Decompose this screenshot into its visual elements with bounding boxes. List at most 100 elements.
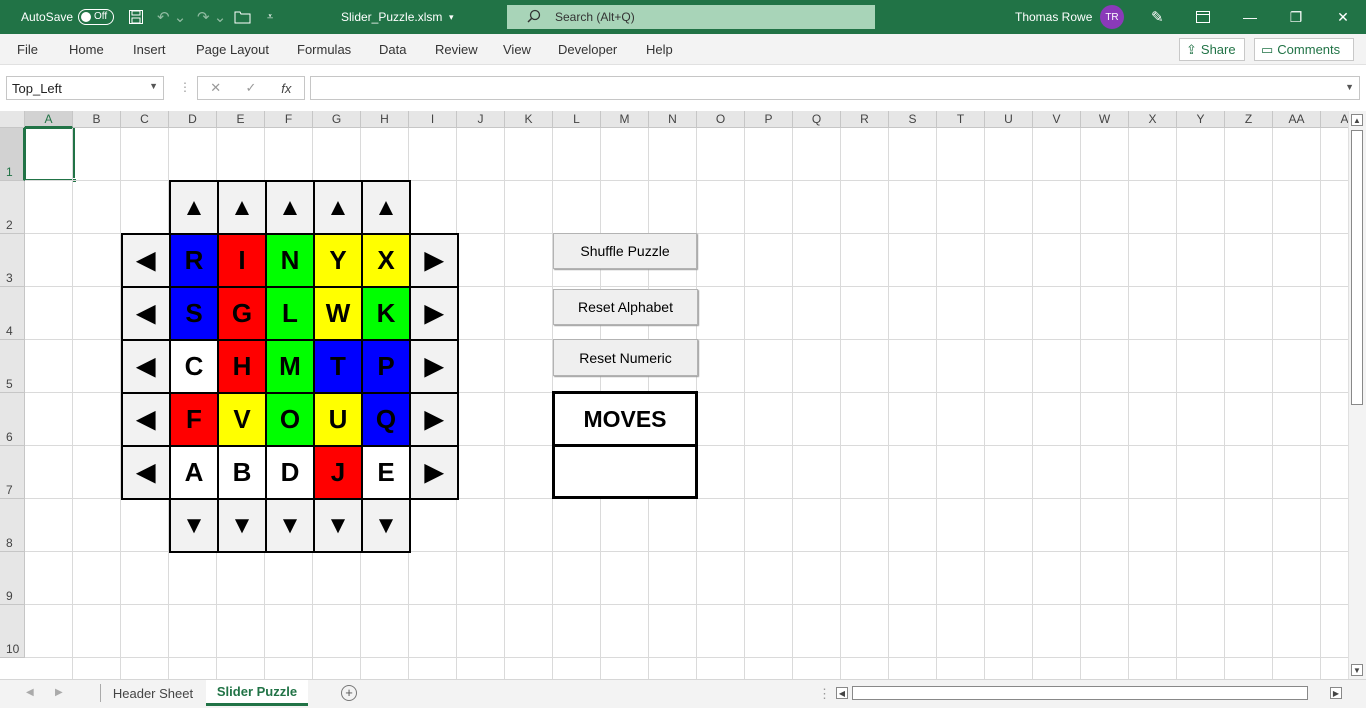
column-header-y[interactable]: Y: [1177, 111, 1225, 128]
column-header-s[interactable]: S: [889, 111, 937, 128]
worksheet-grid[interactable]: A B C D E F G H I J K L M N O P Q R S T U V W X Y Z AA A 1 2 3 4 5 6 7 8 9 10…: [0, 111, 1366, 679]
tab-page-layout[interactable]: Page Layout: [196, 42, 269, 57]
cancel-icon[interactable]: ✕: [198, 80, 233, 96]
insert-function-icon[interactable]: fx: [269, 81, 304, 96]
shift-down-button[interactable]: ▼: [265, 498, 315, 553]
tab-review[interactable]: Review: [435, 42, 478, 57]
next-sheet-icon[interactable]: ▶: [55, 687, 63, 698]
column-header-w[interactable]: W: [1081, 111, 1129, 128]
close-icon[interactable]: ✕: [1320, 0, 1366, 34]
column-header-i[interactable]: I: [409, 111, 457, 128]
shift-down-button[interactable]: ▼: [361, 498, 411, 553]
tab-view[interactable]: View: [503, 42, 531, 57]
shift-left-button[interactable]: ◀: [121, 445, 171, 500]
shift-left-button[interactable]: ◀: [121, 339, 171, 394]
row-header-3[interactable]: 3: [0, 234, 25, 287]
tab-formulas[interactable]: Formulas: [297, 42, 351, 57]
add-sheet-icon[interactable]: +: [341, 685, 357, 701]
column-header-c[interactable]: C: [121, 111, 169, 128]
tab-insert[interactable]: Insert: [133, 42, 166, 57]
user-name[interactable]: Thomas Rowe: [1015, 0, 1092, 34]
row-header-4[interactable]: 4: [0, 287, 25, 340]
scroll-left-icon[interactable]: ◀: [836, 687, 848, 699]
shift-right-button[interactable]: ▶: [409, 392, 459, 447]
sheet-tab-slider-puzzle[interactable]: Slider Puzzle: [206, 680, 308, 706]
shift-right-button[interactable]: ▶: [409, 286, 459, 341]
shift-left-button[interactable]: ◀: [121, 233, 171, 288]
column-header-z[interactable]: Z: [1225, 111, 1273, 128]
reset-numeric-button[interactable]: Reset Numeric: [553, 339, 698, 376]
column-header-f[interactable]: F: [265, 111, 313, 128]
save-icon[interactable]: [128, 0, 144, 34]
chevron-down-icon[interactable]: ▼: [149, 81, 158, 91]
row-header-8[interactable]: 8: [0, 499, 25, 552]
splitter-icon[interactable]: ⋮: [818, 686, 831, 702]
column-header-n[interactable]: N: [649, 111, 697, 128]
shift-down-button[interactable]: ▼: [313, 498, 363, 553]
sheet-tab-header[interactable]: Header Sheet: [104, 680, 202, 706]
row-header-5[interactable]: 5: [0, 340, 25, 393]
undo-icon[interactable]: ↶ ⌄: [157, 0, 186, 34]
selected-cell[interactable]: [24, 127, 77, 183]
vertical-scroll-thumb[interactable]: [1351, 130, 1363, 405]
customize-qat-icon[interactable]: ⩡: [267, 0, 273, 34]
row-header-7[interactable]: 7: [0, 446, 25, 499]
restore-icon[interactable]: ❐: [1273, 0, 1319, 34]
minimize-icon[interactable]: —: [1227, 0, 1273, 34]
row-header-1[interactable]: 1: [0, 128, 25, 181]
tab-help[interactable]: Help: [646, 42, 673, 57]
tab-file[interactable]: File: [17, 42, 38, 57]
column-header-a[interactable]: A: [25, 111, 73, 128]
column-header-g[interactable]: G: [313, 111, 361, 128]
search-box[interactable]: Search (Alt+Q): [507, 5, 875, 29]
shift-right-button[interactable]: ▶: [409, 339, 459, 394]
shift-left-button[interactable]: ◀: [121, 286, 171, 341]
column-header-u[interactable]: U: [985, 111, 1033, 128]
formula-input[interactable]: ▼: [310, 76, 1360, 100]
column-header-m[interactable]: M: [601, 111, 649, 128]
row-header-10[interactable]: 10: [0, 605, 25, 658]
share-button[interactable]: ⇪ Share: [1179, 38, 1245, 61]
avatar[interactable]: TR: [1100, 5, 1124, 29]
redo-icon[interactable]: ↷ ⌄: [197, 0, 226, 34]
column-header-l[interactable]: L: [553, 111, 601, 128]
expand-formula-icon[interactable]: ▼: [1345, 82, 1354, 92]
name-box[interactable]: Top_Left ▼: [6, 76, 164, 100]
shift-up-button[interactable]: ▲: [217, 180, 267, 235]
shift-up-button[interactable]: ▲: [361, 180, 411, 235]
column-header-v[interactable]: V: [1033, 111, 1081, 128]
column-header-h[interactable]: H: [361, 111, 409, 128]
row-header-2[interactable]: 2: [0, 181, 25, 234]
pen-icon[interactable]: ✎: [1151, 0, 1164, 34]
column-header-k[interactable]: K: [505, 111, 553, 128]
tab-data[interactable]: Data: [379, 42, 406, 57]
ribbon-display-icon[interactable]: [1196, 0, 1210, 34]
shift-up-button[interactable]: ▲: [313, 180, 363, 235]
column-header-e[interactable]: E: [217, 111, 265, 128]
shift-left-button[interactable]: ◀: [121, 392, 171, 447]
scroll-down-icon[interactable]: ▼: [1351, 664, 1363, 676]
column-header-o[interactable]: O: [697, 111, 745, 128]
open-folder-icon[interactable]: [234, 0, 252, 34]
column-header-p[interactable]: P: [745, 111, 793, 128]
column-header-aa[interactable]: AA: [1273, 111, 1321, 128]
scroll-up-icon[interactable]: ▲: [1351, 114, 1363, 126]
row-header-6[interactable]: 6: [0, 393, 25, 446]
column-header-t[interactable]: T: [937, 111, 985, 128]
column-header-r[interactable]: R: [841, 111, 889, 128]
comments-button[interactable]: ▭ Comments: [1254, 38, 1354, 61]
reset-alphabet-button[interactable]: Reset Alphabet: [553, 289, 698, 325]
shift-down-button[interactable]: ▼: [217, 498, 267, 553]
column-header-j[interactable]: J: [457, 111, 505, 128]
horizontal-scroll-thumb[interactable]: [852, 686, 1308, 700]
shift-right-button[interactable]: ▶: [409, 233, 459, 288]
shuffle-puzzle-button[interactable]: Shuffle Puzzle: [553, 233, 697, 269]
column-header-b[interactable]: B: [73, 111, 121, 128]
shift-up-button[interactable]: ▲: [265, 180, 315, 235]
shift-down-button[interactable]: ▼: [169, 498, 219, 553]
column-header-d[interactable]: D: [169, 111, 217, 128]
enter-icon[interactable]: ✓: [233, 80, 268, 96]
tab-home[interactable]: Home: [69, 42, 104, 57]
prev-sheet-icon[interactable]: ◀: [26, 687, 34, 698]
horizontal-scrollbar[interactable]: ◀ ▶: [836, 685, 1346, 701]
